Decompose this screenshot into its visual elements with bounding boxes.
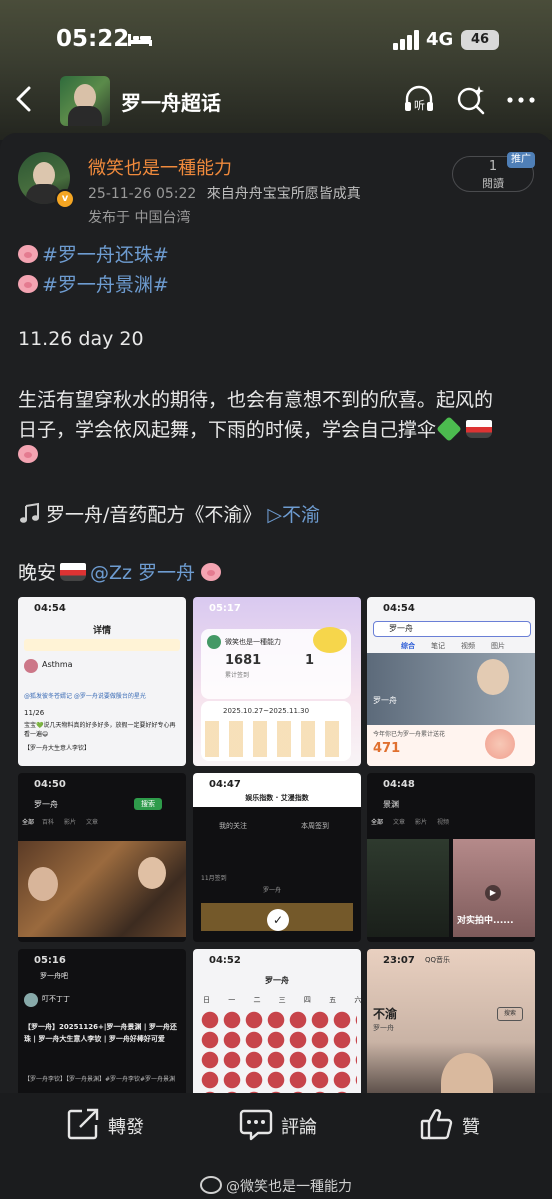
svg-text:听: 听	[414, 99, 425, 112]
nav-bar: 罗一舟超话 听	[0, 70, 552, 130]
weibo-watermark: @微笑也是一種能力	[200, 1176, 352, 1196]
listen-icon[interactable]: 听	[403, 84, 435, 116]
hashtag-1[interactable]: #罗一舟还珠#	[42, 244, 169, 266]
weibo-logo-icon	[200, 1176, 222, 1194]
post-source: 來自舟舟宝宝所愿皆成真	[206, 186, 361, 202]
day-line: 11.26 day 20	[18, 328, 144, 350]
body-line-3	[18, 444, 42, 466]
hashtag-1-row[interactable]: #罗一舟还珠#	[18, 240, 169, 267]
music-link[interactable]: 不渝	[282, 504, 320, 526]
hashtag-2[interactable]: #罗一舟景渊#	[42, 274, 169, 296]
ship-emoji-icon	[60, 563, 87, 581]
author-name[interactable]: 微笑也是一種能力	[88, 154, 232, 180]
post-meta: 25-11-26 05:22 來自舟舟宝宝所愿皆成真	[88, 183, 361, 203]
repost-label: 轉發	[108, 1117, 144, 1138]
repost-button[interactable]: 轉發	[66, 1107, 156, 1147]
thumbs-up-icon	[420, 1109, 453, 1140]
comment-label: 評論	[281, 1117, 317, 1138]
supertopic-avatar[interactable]	[60, 76, 110, 126]
back-arrow-icon[interactable]	[10, 84, 38, 114]
comment-icon	[239, 1109, 273, 1141]
battery-icon: 46	[461, 30, 499, 50]
status-time: 05:22	[56, 26, 130, 52]
like-label: 贊	[462, 1117, 480, 1138]
image-thumbnail-3[interactable]: 04:54 罗一舟 综合 笔记 视频 图片 罗一舟 今年你已为罗一舟累计送花 4…	[367, 597, 535, 766]
pig-emoji-icon	[201, 563, 222, 581]
body-line-1: 生活有望穿秋水的期待，也会有意想不到的欣喜。起风的	[18, 389, 494, 411]
comment-button[interactable]: 評論	[239, 1107, 329, 1147]
image-thumbnail-5[interactable]: 04:47 娱乐指数 · 艾漫指数 我的关注 本周签到 11月签到 罗一舟 ✓	[193, 773, 361, 942]
status-bar: 05:22 4G 46	[0, 0, 552, 80]
page-title: 罗一舟超话	[121, 91, 221, 115]
pig-emoji-icon	[18, 245, 38, 263]
like-button[interactable]: 贊	[420, 1107, 500, 1147]
music-line[interactable]: 罗一舟/音药配方《不渝》 ▷不渝	[18, 500, 320, 527]
post-location: 发布于 中国台湾	[88, 210, 191, 226]
image-thumbnail-2[interactable]: 05:17 微笑也是一種能力 1681 累计签到 1 2025.10.27~20…	[193, 597, 361, 766]
more-icon[interactable]	[505, 84, 537, 116]
hashtag-2-row[interactable]: #罗一舟景渊#	[18, 270, 169, 297]
signal-icon	[393, 30, 419, 50]
image-thumbnail-6[interactable]: 04:48 景渊 全部 文章 影片 视频 对实拍中...... ▶	[367, 773, 535, 942]
goodnight-text: 晚安	[18, 562, 57, 584]
play-triangle-icon: ▷	[267, 504, 283, 526]
watermark-text: @微笑也是一種能力	[226, 1179, 352, 1195]
image-thumbnail-4[interactable]: 04:50 罗一舟 搜索 全部 百科 影片 文章	[18, 773, 186, 942]
music-text: 罗一舟/音药配方《不渝》	[46, 504, 262, 526]
body-line-2: 日子，学会依风起舞，下雨的时候，学会自己撑伞	[18, 419, 437, 441]
pig-emoji-icon	[18, 445, 38, 463]
post-timestamp: 25-11-26 05:22	[88, 186, 197, 202]
green-heart-icon	[436, 416, 462, 442]
ship-emoji-icon	[466, 420, 493, 438]
music-note-icon	[20, 502, 39, 523]
verified-badge: v	[55, 189, 75, 209]
pig-emoji-icon	[18, 275, 38, 293]
ai-search-icon[interactable]	[455, 84, 487, 116]
sleep-mode-icon	[128, 34, 152, 46]
repost-icon	[67, 1108, 99, 1140]
body-line-2-row: 日子，学会依风起舞，下雨的时候，学会自己撑伞	[18, 415, 496, 442]
read-label: 閱讀	[482, 177, 504, 190]
network-type: 4G	[426, 29, 454, 50]
image-thumbnail-1[interactable]: 04:54 详情 Asthma @狐发彼冬苍婿记 @罗一舟说要做殷台的星光 11…	[18, 597, 186, 766]
promote-badge[interactable]: 推广	[507, 152, 535, 168]
goodnight-line: 晚安 @Zz 罗一舟	[18, 558, 225, 585]
mention-link[interactable]: @Zz 罗一舟	[90, 562, 195, 584]
